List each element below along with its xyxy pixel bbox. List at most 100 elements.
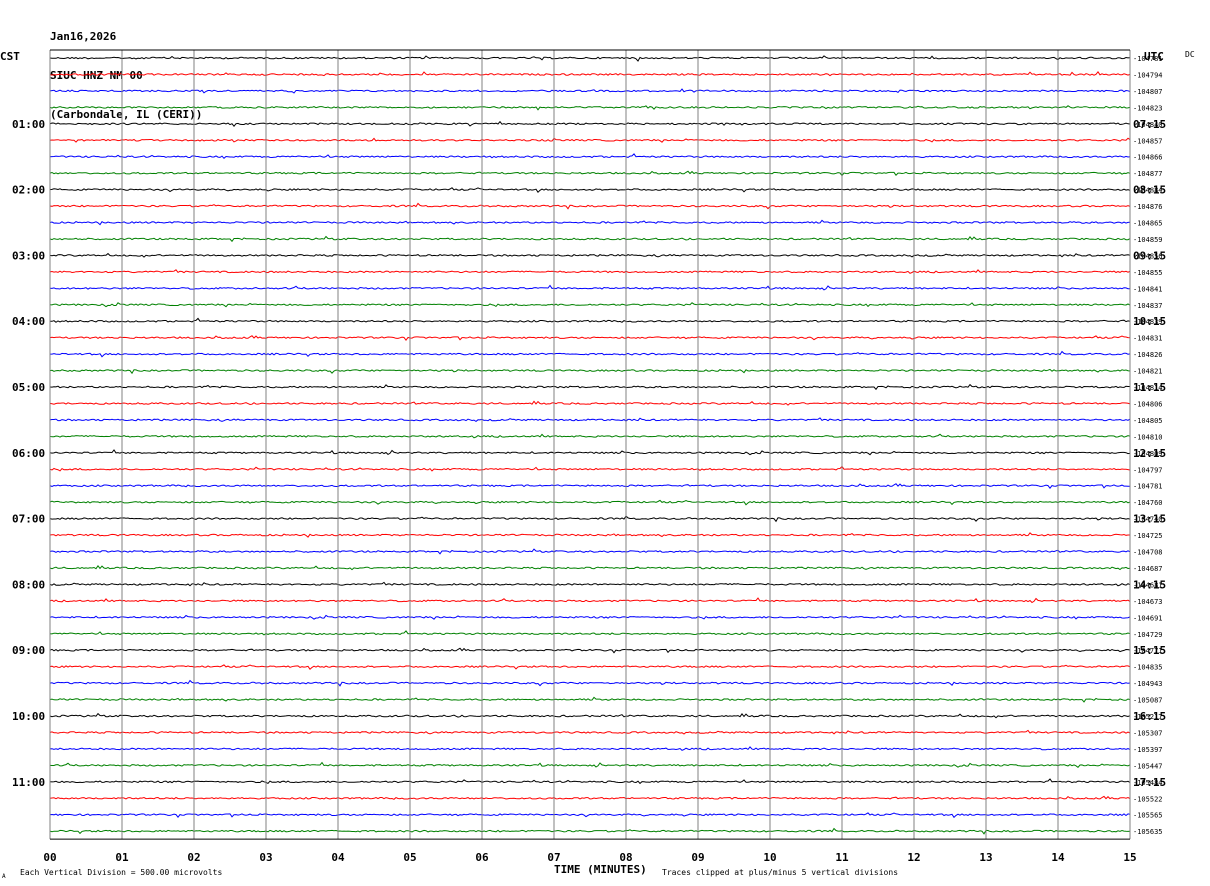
seismic-trace	[49, 729, 1131, 735]
dc-offset-label: -104673	[1133, 598, 1163, 606]
seismic-trace	[49, 581, 1131, 587]
seismic-trace	[49, 597, 1131, 604]
dc-offset-label: -104835	[1133, 664, 1163, 672]
dc-offset-label: -105635	[1133, 828, 1163, 836]
right-hour-label: 11:15	[1133, 381, 1166, 394]
dc-offset-label: -104807	[1133, 88, 1163, 96]
dc-offset-label: -104866	[1133, 154, 1163, 162]
left-hour-label: 08:00	[12, 578, 45, 591]
seismic-trace	[49, 664, 1131, 670]
seismic-trace	[49, 88, 1131, 94]
seismic-trace	[49, 368, 1131, 375]
seismic-trace	[49, 219, 1131, 226]
dc-offset-label: -104691	[1133, 614, 1163, 622]
dc-offset-label: -104794	[1133, 72, 1163, 80]
x-axis-title: TIME (MINUTES)	[554, 863, 647, 876]
right-hour-label: 08:15	[1133, 184, 1166, 197]
helicorder-plot: -104781-104794-104807-104823-104840-1048…	[0, 49, 1195, 880]
right-hour-label: 15:15	[1133, 644, 1166, 657]
seismic-trace	[49, 499, 1131, 506]
dc-offset-label: -105087	[1133, 697, 1163, 705]
seismic-trace	[49, 400, 1131, 406]
seismic-trace	[49, 614, 1131, 620]
dc-offset-label: -104805	[1133, 417, 1163, 425]
dc-offset-label: -104708	[1133, 549, 1163, 557]
seismic-trace	[49, 795, 1131, 800]
seismic-trace	[49, 778, 1131, 785]
left-hour-label: 06:00	[12, 447, 45, 460]
left-hour-label: 05:00	[12, 381, 45, 394]
left-hour-label: 01:00	[12, 118, 45, 131]
x-tick-label: 01	[115, 851, 129, 864]
left-hour-label: 03:00	[12, 249, 45, 262]
left-hour-label: 11:00	[12, 776, 45, 789]
seismic-trace	[49, 202, 1131, 210]
seismic-trace	[49, 515, 1131, 523]
x-tick-label: 11	[835, 851, 849, 864]
right-hour-label: 12:15	[1133, 447, 1166, 460]
dc-offset-label: -104826	[1133, 351, 1163, 359]
x-tick-label: 02	[187, 851, 200, 864]
seismic-trace	[49, 120, 1131, 128]
grid-group	[49, 49, 1131, 840]
seismic-trace	[49, 284, 1131, 291]
seismic-trace	[49, 630, 1131, 636]
dc-offset-label: -105522	[1133, 795, 1163, 803]
dc-offset-label: -104781	[1133, 483, 1163, 491]
dc-offset-label: -105307	[1133, 729, 1163, 737]
x-tick-label: 05	[403, 851, 416, 864]
seismic-trace	[49, 317, 1131, 323]
dc-offset-label: -104837	[1133, 302, 1163, 310]
dc-offset-label: -105397	[1133, 746, 1163, 754]
seismic-trace	[49, 712, 1131, 719]
dc-offset-label: -104797	[1133, 466, 1163, 474]
seismic-trace	[49, 532, 1130, 538]
seismic-trace	[49, 105, 1131, 111]
dc-offset-label: -104865	[1133, 220, 1163, 228]
right-hour-label: 13:15	[1133, 513, 1166, 526]
seismic-trace	[49, 812, 1131, 819]
seismic-trace	[49, 417, 1131, 423]
left-hour-label: 09:00	[12, 644, 45, 657]
x-tick-label: 15	[1123, 851, 1136, 864]
dc-offset-label: -104855	[1133, 269, 1163, 277]
right-hour-label: 16:15	[1133, 710, 1166, 723]
x-tick-label: 00	[43, 851, 56, 864]
seismic-trace	[49, 383, 1130, 391]
seismic-trace	[49, 335, 1131, 342]
dc-offset-label: -104877	[1133, 170, 1163, 178]
dc-offset-label: -105565	[1133, 812, 1163, 820]
left-hour-label: 10:00	[12, 710, 45, 723]
seismic-trace	[49, 827, 1131, 835]
left-timezone-label: CST	[0, 50, 20, 63]
seismic-trace	[49, 269, 1131, 274]
seismic-trace	[49, 696, 1131, 703]
seismic-trace	[49, 187, 1131, 193]
dc-offset-label: -104729	[1133, 631, 1163, 639]
trace-group	[49, 55, 1131, 835]
dc-offset-label: -104823	[1133, 104, 1163, 112]
seismic-trace	[49, 449, 1131, 456]
seismic-trace	[49, 170, 1131, 177]
seismic-trace	[49, 302, 1131, 308]
dc-offset-label: -104876	[1133, 203, 1163, 211]
x-tick-label: 12	[907, 851, 920, 864]
seismic-trace	[49, 761, 1131, 768]
dc-offset-label: -104821	[1133, 368, 1163, 376]
x-tick-label: 04	[331, 851, 345, 864]
x-tick-label: 06	[475, 851, 489, 864]
seismic-trace	[49, 746, 1131, 751]
right-hour-label: 10:15	[1133, 315, 1166, 328]
x-tick-label: 10	[763, 851, 776, 864]
dc-offset-label: -104810	[1133, 433, 1163, 441]
dc-offset-label: -104831	[1133, 335, 1163, 343]
right-timezone-label: UTC	[1144, 50, 1164, 63]
seismic-trace	[49, 433, 1131, 439]
right-hour-label: 14:15	[1133, 578, 1166, 591]
seismic-trace	[49, 465, 1131, 472]
seismic-trace	[49, 137, 1131, 143]
left-hour-label: 04:00	[12, 315, 45, 328]
seismic-trace	[49, 153, 1131, 160]
clip-note: Traces clipped at plus/minus 5 vertical …	[662, 868, 898, 877]
seismic-trace	[50, 350, 1131, 358]
